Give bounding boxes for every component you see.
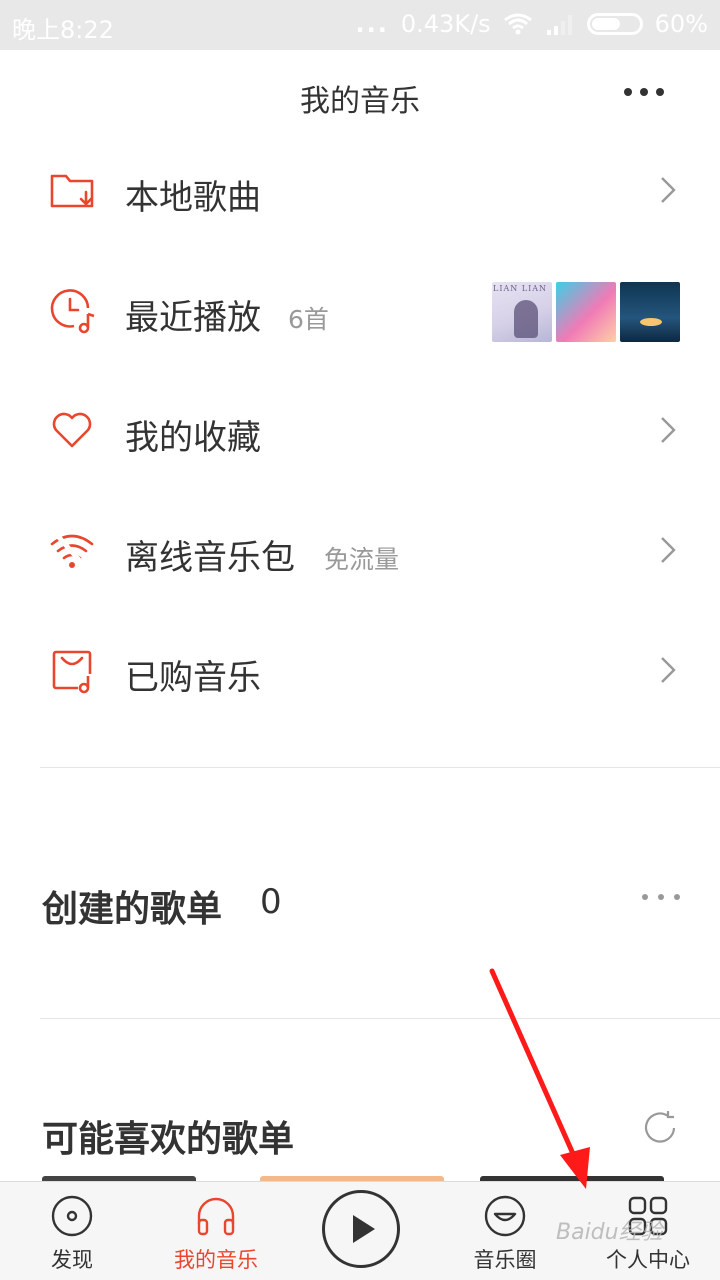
more-dot <box>640 88 648 96</box>
status-net-speed: 0.43K/s <box>400 10 491 38</box>
headphones-icon <box>197 1197 235 1236</box>
menu-item-favorites[interactable]: 我的收藏 <box>0 370 720 490</box>
offline-subtitle: 免流量 <box>324 545 400 574</box>
status-right: ... 0.43K/s 60% <box>356 10 708 38</box>
menu-item-recent-play[interactable]: 最近播放 6首 LIAN LIAN <box>0 250 720 370</box>
more-dot <box>674 894 680 900</box>
refresh-icon[interactable] <box>640 1108 680 1148</box>
menu-item-label: 已购音乐 <box>125 658 261 698</box>
album-thumbnail: LIAN LIAN <box>492 282 552 342</box>
watermark: Baidu经验 <box>556 1220 663 1245</box>
more-dot <box>658 894 664 900</box>
menu-item-label: 本地歌曲 <box>125 178 261 218</box>
bag-music-icon <box>52 650 92 694</box>
tab-music-circle[interactable]: 音乐圈 <box>460 1182 550 1280</box>
status-bar: 晚上8:22 ... 0.43K/s 60% <box>0 0 720 50</box>
disc-icon <box>51 1195 93 1237</box>
more-dot <box>642 894 648 900</box>
wifi-icon <box>503 13 532 35</box>
recent-count: 6首 <box>288 305 329 334</box>
chevron-right-icon <box>661 177 676 203</box>
created-playlists-count: 0 <box>260 882 282 922</box>
status-dots: ... <box>355 10 389 38</box>
signal-icon <box>546 15 572 35</box>
more-options-button[interactable] <box>624 88 664 96</box>
play-icon <box>353 1215 375 1243</box>
top-header: 我的音乐 <box>0 50 720 140</box>
recent-thumbnails: LIAN LIAN <box>492 282 680 342</box>
clock-music-icon <box>50 289 95 334</box>
recommended-playlists-title: 可能喜欢的歌单 <box>42 1119 295 1160</box>
created-playlists-title: 创建的歌单 <box>42 889 223 930</box>
annotation-arrow-icon <box>489 968 590 1189</box>
tab-my-music[interactable]: 我的音乐 <box>156 1182 276 1280</box>
menu-item-label: 最近播放 <box>125 298 261 338</box>
section-divider <box>40 1018 720 1019</box>
play-button[interactable] <box>322 1190 400 1268</box>
menu-item-local-songs[interactable]: 本地歌曲 <box>0 130 720 250</box>
folder-download-icon <box>50 174 94 208</box>
wifi-offline-icon <box>50 532 94 572</box>
menu-item-offline-pack[interactable]: 离线音乐包 免流量 <box>0 490 720 610</box>
more-dot <box>656 88 664 96</box>
tab-label: 个人中心 <box>606 1248 690 1272</box>
battery-icon <box>586 13 643 35</box>
chevron-right-icon <box>661 537 676 563</box>
menu-item-label: 我的收藏 <box>125 418 261 458</box>
heart-icon <box>52 412 92 448</box>
chevron-right-icon <box>661 657 676 683</box>
chevron-right-icon <box>661 417 676 443</box>
status-battery-percent: 60% <box>654 10 708 38</box>
tab-label: 我的音乐 <box>174 1248 258 1272</box>
more-dot <box>624 88 632 96</box>
status-time: 晚上8:22 <box>12 16 114 44</box>
album-thumbnail <box>620 282 680 342</box>
page-title: 我的音乐 <box>300 84 420 119</box>
section-divider <box>40 767 720 768</box>
menu-item-purchased[interactable]: 已购音乐 <box>0 610 720 730</box>
tab-label: 音乐圈 <box>473 1248 537 1272</box>
album-thumbnail <box>556 282 616 342</box>
album-thumbnail-caption: LIAN LIAN <box>493 284 548 293</box>
created-playlists-more-button[interactable] <box>642 894 680 900</box>
menu-item-label: 离线音乐包 <box>125 538 295 578</box>
tab-label: 发现 <box>51 1248 93 1272</box>
tab-discover[interactable]: 发现 <box>22 1182 122 1280</box>
smile-icon <box>484 1195 526 1237</box>
